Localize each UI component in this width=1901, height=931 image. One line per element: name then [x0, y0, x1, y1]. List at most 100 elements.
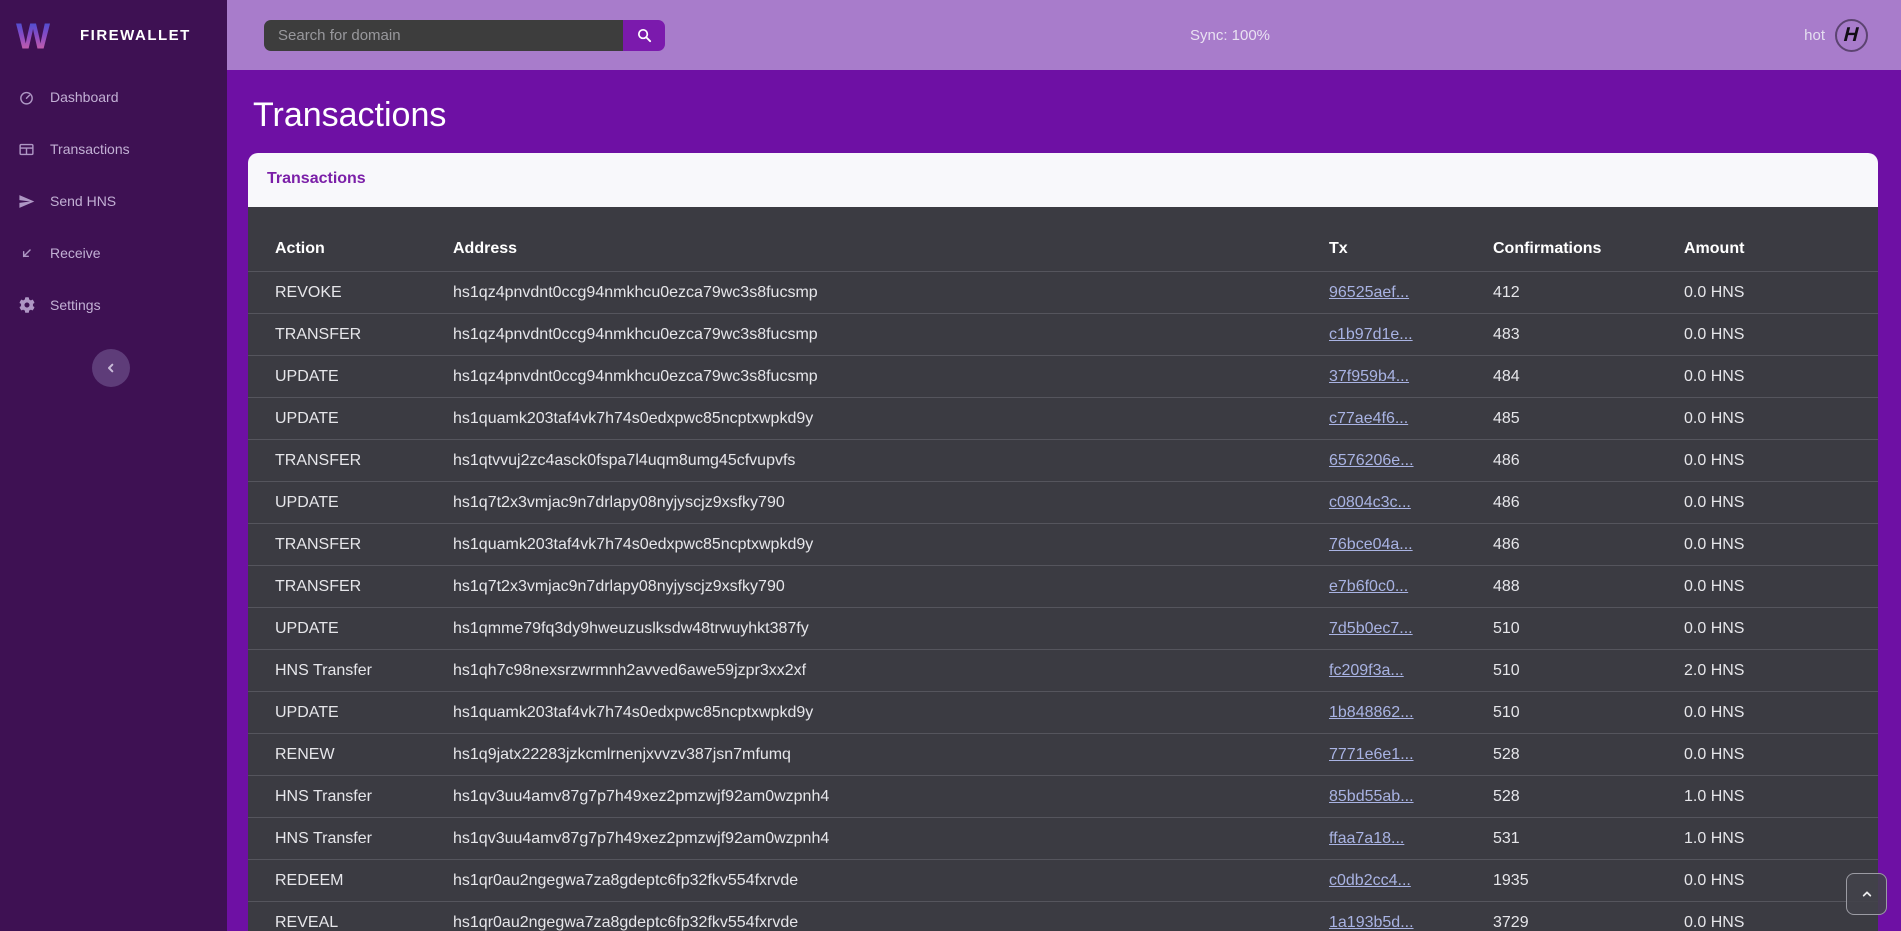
table-row: UPDATEhs1quamk203taf4vk7h74s0edxpwc85ncp…	[248, 692, 1878, 734]
sidebar-item-label: Transactions	[50, 141, 130, 157]
scroll-to-top-button[interactable]	[1846, 873, 1887, 915]
sidebar-item-transactions[interactable]: Transactions	[0, 127, 227, 171]
table-icon	[18, 141, 35, 158]
sidebar-item-receive[interactable]: Receive	[0, 231, 227, 275]
transactions-table-wrap: Action Address Tx Confirmations Amount R…	[248, 207, 1878, 931]
cell-confirmations: 528	[1493, 734, 1684, 776]
tx-link[interactable]: 6576206e...	[1329, 452, 1414, 469]
table-row: REVEALhs1qr0au2ngegwa7za8gdeptc6fp32fkv5…	[248, 902, 1878, 931]
tx-link[interactable]: 7771e6e1...	[1329, 746, 1414, 763]
chevron-up-icon	[1859, 886, 1875, 902]
cell-tx: 1b848862...	[1329, 692, 1493, 734]
search-button[interactable]	[623, 20, 665, 51]
tx-link[interactable]: ffaa7a18...	[1329, 830, 1404, 847]
cell-confirmations: 486	[1493, 482, 1684, 524]
handshake-logo-icon[interactable]: H	[1835, 19, 1868, 52]
sidebar-item-label: Settings	[50, 297, 101, 313]
cell-amount: 0.0 HNS	[1684, 440, 1878, 482]
cell-amount: 0.0 HNS	[1684, 692, 1878, 734]
cell-action: HNS Transfer	[248, 650, 453, 692]
table-row: HNS Transferhs1qv3uu4amv87g7p7h49xez2pmz…	[248, 776, 1878, 818]
cell-address: hs1qmme79fq3dy9hweuzuslksdw48trwuyhkt387…	[453, 608, 1329, 650]
cell-tx: 37f959b4...	[1329, 356, 1493, 398]
receive-arrow-icon	[18, 245, 35, 262]
tx-link[interactable]: 85bd55ab...	[1329, 788, 1414, 805]
cell-tx: e7b6f0c0...	[1329, 566, 1493, 608]
cell-tx: ffaa7a18...	[1329, 818, 1493, 860]
tx-link[interactable]: 37f959b4...	[1329, 368, 1409, 385]
cell-amount: 0.0 HNS	[1684, 356, 1878, 398]
chevron-left-icon	[103, 360, 119, 376]
cell-address: hs1qv3uu4amv87g7p7h49xez2pmzwjf92am0wzpn…	[453, 776, 1329, 818]
table-row: HNS Transferhs1qh7c98nexsrzwrmnh2avved6a…	[248, 650, 1878, 692]
cell-address: hs1qz4pnvdnt0ccg94nmkhcu0ezca79wc3s8fucs…	[453, 272, 1329, 314]
sidebar-item-send-hns[interactable]: Send HNS	[0, 179, 227, 223]
cell-address: hs1q7t2x3vmjac9n7drlapy08nyjyscjz9xsfky7…	[453, 482, 1329, 524]
firewallet-w-logo-icon: W	[14, 13, 52, 57]
transactions-table: Action Address Tx Confirmations Amount R…	[248, 207, 1878, 931]
cell-tx: c77ae4f6...	[1329, 398, 1493, 440]
cell-confirmations: 3729	[1493, 902, 1684, 931]
table-row: TRANSFERhs1quamk203taf4vk7h74s0edxpwc85n…	[248, 524, 1878, 566]
tx-link[interactable]: c0db2cc4...	[1329, 872, 1411, 889]
sidebar-item-label: Dashboard	[50, 89, 119, 105]
search-input[interactable]	[264, 20, 623, 51]
column-header-action: Action	[248, 207, 453, 272]
table-row: UPDATEhs1q7t2x3vmjac9n7drlapy08nyjyscjz9…	[248, 482, 1878, 524]
cell-action: REVOKE	[248, 272, 453, 314]
page-title: Transactions	[253, 95, 1901, 135]
table-row: UPDATEhs1qz4pnvdnt0ccg94nmkhcu0ezca79wc3…	[248, 356, 1878, 398]
cell-confirmations: 483	[1493, 314, 1684, 356]
sidebar-collapse-button[interactable]	[92, 349, 130, 387]
cell-confirmations: 412	[1493, 272, 1684, 314]
tx-link[interactable]: c1b97d1e...	[1329, 326, 1413, 343]
table-row: RENEWhs1q9jatx22283jzkcmlrnenjxvvzv387js…	[248, 734, 1878, 776]
cell-confirmations: 484	[1493, 356, 1684, 398]
tx-link[interactable]: c0804c3c...	[1329, 494, 1411, 511]
table-row: TRANSFERhs1q7t2x3vmjac9n7drlapy08nyjyscj…	[248, 566, 1878, 608]
cell-amount: 0.0 HNS	[1684, 566, 1878, 608]
tx-link[interactable]: 96525aef...	[1329, 284, 1409, 301]
sidebar-item-settings[interactable]: Settings	[0, 283, 227, 327]
tx-link[interactable]: 1a193b5d...	[1329, 914, 1414, 931]
cell-confirmations: 510	[1493, 650, 1684, 692]
cell-action: TRANSFER	[248, 566, 453, 608]
transactions-tbody: REVOKEhs1qz4pnvdnt0ccg94nmkhcu0ezca79wc3…	[248, 272, 1878, 931]
cell-tx: 76bce04a...	[1329, 524, 1493, 566]
cell-amount: 2.0 HNS	[1684, 650, 1878, 692]
cell-amount: 1.0 HNS	[1684, 818, 1878, 860]
send-icon	[18, 193, 35, 210]
svg-text:W: W	[16, 15, 51, 56]
cell-address: hs1qz4pnvdnt0ccg94nmkhcu0ezca79wc3s8fucs…	[453, 356, 1329, 398]
sidebar-nav: Dashboard Transactions Send HNS	[0, 70, 227, 327]
tx-link[interactable]: e7b6f0c0...	[1329, 578, 1408, 595]
tx-link[interactable]: 7d5b0ec7...	[1329, 620, 1413, 637]
tx-link[interactable]: c77ae4f6...	[1329, 410, 1408, 427]
cell-address: hs1q9jatx22283jzkcmlrnenjxvvzv387jsn7mfu…	[453, 734, 1329, 776]
table-row: TRANSFERhs1qz4pnvdnt0ccg94nmkhcu0ezca79w…	[248, 314, 1878, 356]
cell-action: UPDATE	[248, 692, 453, 734]
app-name: FIREWALLET	[80, 27, 191, 44]
cell-amount: 0.0 HNS	[1684, 734, 1878, 776]
tx-link[interactable]: fc209f3a...	[1329, 662, 1404, 679]
cell-confirmations: 531	[1493, 818, 1684, 860]
cell-action: RENEW	[248, 734, 453, 776]
cell-amount: 0.0 HNS	[1684, 272, 1878, 314]
cell-action: TRANSFER	[248, 314, 453, 356]
table-row: REVOKEhs1qz4pnvdnt0ccg94nmkhcu0ezca79wc3…	[248, 272, 1878, 314]
sidebar: W FIREWALLET Dashboard Transactions	[0, 0, 227, 931]
tx-link[interactable]: 1b848862...	[1329, 704, 1414, 721]
cell-tx: 96525aef...	[1329, 272, 1493, 314]
tx-link[interactable]: 76bce04a...	[1329, 536, 1413, 553]
cell-action: UPDATE	[248, 482, 453, 524]
cell-address: hs1qr0au2ngegwa7za8gdeptc6fp32fkv554fxrv…	[453, 902, 1329, 931]
sidebar-item-dashboard[interactable]: Dashboard	[0, 75, 227, 119]
cell-amount: 0.0 HNS	[1684, 524, 1878, 566]
cell-tx: 6576206e...	[1329, 440, 1493, 482]
cell-tx: fc209f3a...	[1329, 650, 1493, 692]
cell-action: UPDATE	[248, 608, 453, 650]
cell-amount: 0.0 HNS	[1684, 608, 1878, 650]
column-header-address: Address	[453, 207, 1329, 272]
card-title: Transactions	[267, 170, 366, 187]
domain-search	[264, 20, 665, 51]
